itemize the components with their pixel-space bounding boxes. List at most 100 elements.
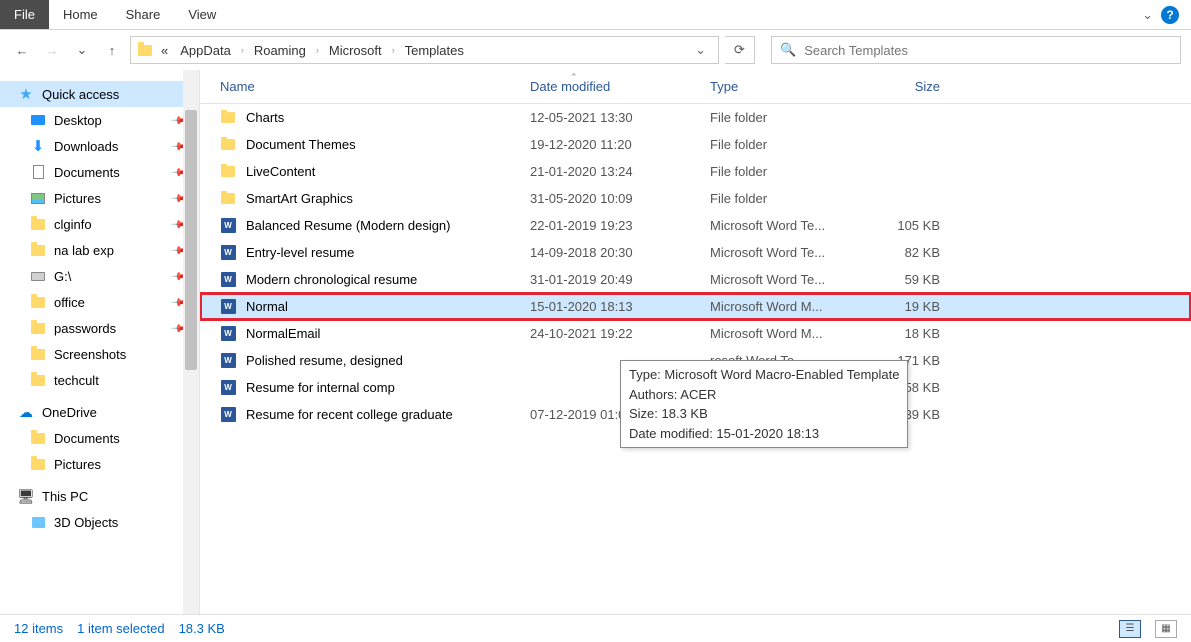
sidebar-this-pc[interactable]: 🖥 This PC bbox=[0, 483, 199, 509]
chevron-right-icon[interactable]: › bbox=[239, 45, 246, 55]
word-file-icon: W bbox=[220, 245, 236, 261]
word-file-icon: W bbox=[220, 299, 236, 315]
file-row[interactable]: WNormal15-01-2020 18:13Microsoft Word M.… bbox=[200, 293, 1191, 320]
file-size: 82 KB bbox=[860, 245, 940, 260]
file-row[interactable]: Document Themes19-12-2020 11:20File fold… bbox=[200, 131, 1191, 158]
tab-home[interactable]: Home bbox=[49, 0, 112, 29]
search-input[interactable] bbox=[804, 43, 1172, 58]
file-date: 21-01-2020 13:24 bbox=[530, 164, 710, 179]
tab-file[interactable]: File bbox=[0, 0, 49, 29]
chevron-right-icon[interactable]: › bbox=[314, 45, 321, 55]
sidebar-item[interactable]: na lab exp📌 bbox=[0, 237, 199, 263]
column-header-type[interactable]: Type bbox=[710, 79, 860, 94]
file-name: Resume for recent college graduate bbox=[246, 407, 453, 422]
folder-icon bbox=[137, 42, 153, 58]
thumbnails-view-button[interactable]: ▦ bbox=[1155, 620, 1177, 638]
breadcrumb-appdata[interactable]: AppData bbox=[176, 41, 235, 60]
navigation-pane[interactable]: ★ Quick access Desktop📌⬇Downloads📌Docume… bbox=[0, 70, 200, 614]
breadcrumb-microsoft[interactable]: Microsoft bbox=[325, 41, 386, 60]
desktop-icon bbox=[30, 112, 46, 128]
sidebar-item-label: Documents bbox=[54, 431, 120, 446]
sidebar-item[interactable]: passwords📌 bbox=[0, 315, 199, 341]
cloud-icon: ☁ bbox=[18, 404, 34, 420]
file-name: Normal bbox=[246, 299, 288, 314]
file-row[interactable]: WNormalEmail24-10-2021 19:22Microsoft Wo… bbox=[200, 320, 1191, 347]
refresh-button[interactable]: ⟳ bbox=[725, 36, 755, 64]
sidebar-label: This PC bbox=[42, 489, 88, 504]
sidebar-item[interactable]: ⬇Downloads📌 bbox=[0, 133, 199, 159]
pictures-icon bbox=[30, 190, 46, 206]
file-size: 59 KB bbox=[860, 272, 940, 287]
file-list[interactable]: Charts12-05-2021 13:30File folderDocumen… bbox=[200, 104, 1191, 614]
sidebar-item[interactable]: clginfo📌 bbox=[0, 211, 199, 237]
column-header-date[interactable]: Date modified bbox=[530, 79, 710, 94]
sidebar-item[interactable]: office📌 bbox=[0, 289, 199, 315]
ribbon: File Home Share View ⌄ ? bbox=[0, 0, 1191, 30]
file-name: Polished resume, designed bbox=[246, 353, 403, 368]
back-button[interactable]: ← bbox=[10, 38, 34, 62]
help-icon[interactable]: ? bbox=[1161, 6, 1179, 24]
file-name: Charts bbox=[246, 110, 284, 125]
search-box[interactable]: 🔍 bbox=[771, 36, 1181, 64]
breadcrumb-roaming[interactable]: Roaming bbox=[250, 41, 310, 60]
drive-icon bbox=[30, 268, 46, 284]
up-button[interactable]: ↑ bbox=[100, 38, 124, 62]
documents-icon bbox=[30, 164, 46, 180]
recent-locations-button[interactable]: ⌄ bbox=[70, 38, 94, 62]
file-name: Document Themes bbox=[246, 137, 356, 152]
column-header-size[interactable]: Size bbox=[860, 79, 940, 94]
details-view-button[interactable]: ☰ bbox=[1119, 620, 1141, 638]
sidebar-scrollbar[interactable] bbox=[183, 70, 199, 614]
sidebar-item[interactable]: Documents📌 bbox=[0, 159, 199, 185]
file-type: Microsoft Word Te... bbox=[710, 272, 860, 287]
sidebar-item[interactable]: 3D Objects bbox=[0, 509, 199, 535]
file-row[interactable]: Charts12-05-2021 13:30File folder bbox=[200, 104, 1191, 131]
sidebar-item[interactable]: Pictures bbox=[0, 451, 199, 477]
file-size: 105 KB bbox=[860, 218, 940, 233]
address-bar[interactable]: « AppData › Roaming › Microsoft › Templa… bbox=[130, 36, 719, 64]
tooltip-authors: Authors: ACER bbox=[629, 385, 899, 405]
forward-button[interactable]: → bbox=[40, 38, 64, 62]
address-dropdown-icon[interactable]: ⌄ bbox=[689, 42, 712, 58]
file-date: 31-01-2019 20:49 bbox=[530, 272, 710, 287]
tab-share[interactable]: Share bbox=[112, 0, 175, 29]
column-header-name[interactable]: Name bbox=[200, 79, 530, 94]
status-item-count: 12 items bbox=[14, 621, 63, 636]
file-row[interactable]: W Modern chronological resume 31-01-2019 2… bbox=[200, 266, 1191, 293]
file-date: 22-01-2019 19:23 bbox=[530, 218, 710, 233]
file-row[interactable]: WBalanced Resume (Modern design)22-01-20… bbox=[200, 212, 1191, 239]
file-type: File folder bbox=[710, 191, 860, 206]
file-row[interactable]: LiveContent21-01-2020 13:24File folder bbox=[200, 158, 1191, 185]
folder-icon bbox=[30, 216, 46, 232]
sidebar-item[interactable]: Desktop📌 bbox=[0, 107, 199, 133]
file-name: Modern chronological resume bbox=[246, 272, 417, 287]
sidebar-item-label: Pictures bbox=[54, 457, 101, 472]
sidebar-item[interactable]: techcult bbox=[0, 367, 199, 393]
chevron-right-icon[interactable]: › bbox=[390, 45, 397, 55]
sidebar-item-label: techcult bbox=[54, 373, 99, 388]
file-row[interactable]: WEntry-level resume14-09-2018 20:30Micro… bbox=[200, 239, 1191, 266]
breadcrumb-prefix[interactable]: « bbox=[157, 41, 172, 60]
word-file-icon: W bbox=[220, 380, 236, 396]
word-file-icon: W bbox=[220, 272, 236, 288]
star-icon: ★ bbox=[18, 86, 34, 102]
folder-icon bbox=[30, 346, 46, 362]
tab-view[interactable]: View bbox=[174, 0, 230, 29]
file-date: 15-01-2020 18:13 bbox=[530, 299, 710, 314]
file-name: SmartArt Graphics bbox=[246, 191, 353, 206]
breadcrumb-templates[interactable]: Templates bbox=[401, 41, 468, 60]
file-type: Microsoft Word Te... bbox=[710, 245, 860, 260]
ribbon-minimize-icon[interactable]: ⌄ bbox=[1142, 7, 1153, 23]
sidebar-item[interactable]: G:\📌 bbox=[0, 263, 199, 289]
file-date: 14-09-2018 20:30 bbox=[530, 245, 710, 260]
sidebar-item[interactable]: Pictures📌 bbox=[0, 185, 199, 211]
file-row[interactable]: SmartArt Graphics31-05-2020 10:09File fo… bbox=[200, 185, 1191, 212]
sidebar-item[interactable]: Documents bbox=[0, 425, 199, 451]
status-selected-size: 18.3 KB bbox=[179, 621, 225, 636]
file-tooltip: Type: Microsoft Word Macro-Enabled Templ… bbox=[620, 360, 908, 448]
sidebar-quick-access[interactable]: ★ Quick access bbox=[0, 81, 199, 107]
sidebar-onedrive[interactable]: ☁ OneDrive bbox=[0, 399, 199, 425]
file-name: LiveContent bbox=[246, 164, 315, 179]
sidebar-item[interactable]: Screenshots bbox=[0, 341, 199, 367]
sidebar-item-label: Downloads bbox=[54, 139, 118, 154]
